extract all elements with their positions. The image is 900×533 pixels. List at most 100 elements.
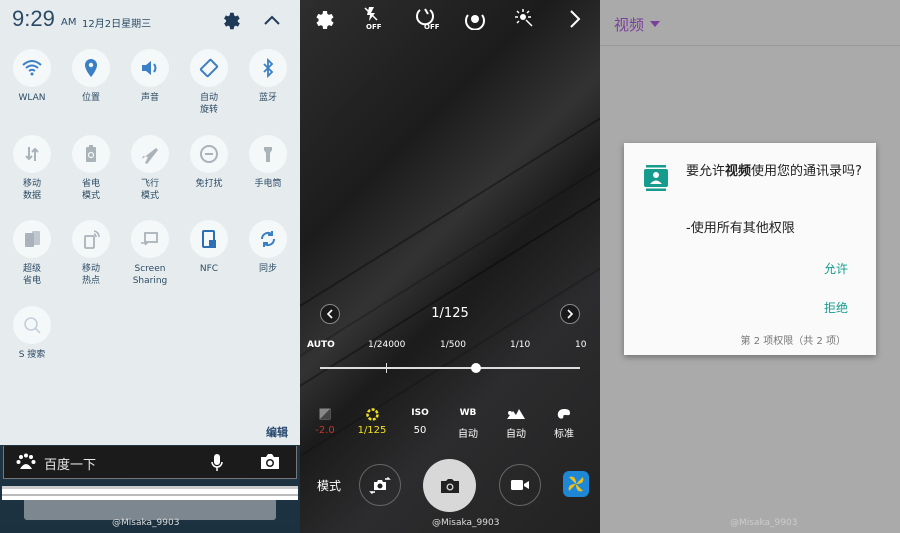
shutter-speed-value: 1/125 [431,306,469,321]
deny-button[interactable]: 拒绝 [824,299,848,316]
quick-tile-sound[interactable]: 声音 [122,49,178,104]
quick-tile-do-not-disturb[interactable]: 免打扰 [181,135,237,190]
baidu-paw-icon [16,453,36,469]
record-video-button[interactable] [499,464,541,506]
header-divider [600,45,900,46]
tile-button[interactable] [72,49,110,87]
quick-tile-sync[interactable]: 同步 [240,220,296,275]
shutter-aperture-icon [365,408,379,421]
tile-label: 同步 [258,264,277,274]
tile-button[interactable] [190,220,228,258]
tile-button[interactable] [13,49,51,87]
gallery-thumbnail[interactable] [563,471,589,497]
color-tone-setting[interactable]: 标准 [539,408,589,440]
tile-button[interactable] [131,49,169,87]
tile-button[interactable] [249,49,287,87]
watermark: @Misaka_9903 [432,518,500,528]
quick-tile-airplane[interactable]: 飞行 模式 [122,135,178,202]
tile-button[interactable] [249,135,287,173]
focus-mode-icon [507,409,525,419]
shutter-slider-track[interactable] [320,367,580,369]
tile-button[interactable] [13,135,51,173]
tile-button[interactable] [13,306,51,344]
scale-label: AUTO [307,340,335,350]
microphone-icon[interactable] [210,453,224,473]
power-saving-icon [86,145,96,162]
app-title[interactable]: 视频 [614,14,644,35]
baidu-search-input[interactable]: 百度一下 [44,454,96,473]
allow-button[interactable]: 允许 [824,260,848,277]
metering-icon[interactable] [464,8,486,30]
wb-setting[interactable]: WB 自动 [443,408,493,440]
airplane-icon [142,148,158,164]
focus-value: 自动 [506,429,526,440]
quick-tile-search[interactable]: S 搜索 [4,306,60,361]
quick-tile-ultra-power-saving[interactable]: 超级 省电 [4,220,60,287]
wb-value: 自动 [458,429,478,440]
tile-label: 移动 数据 [22,179,41,201]
quick-tile-bluetooth[interactable]: 蓝牙 [240,49,296,104]
quick-tile-screen-sharing[interactable]: Screen Sharing [122,220,178,287]
gallery-icon [568,476,584,492]
camera-search-icon[interactable] [260,453,280,470]
quick-settings-sheet: 9:29 AM 12月2日星期三 WLAN 位置 声音 自动 旋转 蓝牙 移动 数据 省电 … [0,0,300,445]
color-tone-value: 标准 [554,429,574,440]
quick-tile-auto-rotate[interactable]: 自动 旋转 [181,49,237,116]
shutter-value: 1/125 [357,425,387,436]
tile-label: S 搜索 [18,350,46,360]
shutter-slider-thumb[interactable] [471,363,481,373]
quick-tile-mobile-data[interactable]: 移动 数据 [4,135,60,202]
flash-off-icon[interactable] [363,6,379,22]
tile-label: 移动 热点 [81,264,100,286]
tile-button[interactable] [131,220,169,258]
exposure-setting[interactable]: -2.0 [300,408,350,436]
shutter-setting[interactable]: 1/125 [347,408,397,436]
screen-sharing-icon [141,232,158,246]
quick-tile-nfc[interactable]: NFC [181,220,237,275]
quick-tile-wifi[interactable]: WLAN [4,49,60,104]
tile-button[interactable] [13,220,51,258]
camera-settings-icon[interactable] [312,8,336,32]
shutter-next-button[interactable] [560,304,580,324]
date-label: 12月2日星期三 [82,19,152,30]
quick-tile-flashlight[interactable]: 手电筒 [240,135,296,190]
tile-button[interactable] [190,49,228,87]
tile-button[interactable] [190,135,228,173]
bluetooth-icon [263,57,274,79]
nfc-icon [202,230,216,248]
wb-icon: WB [459,408,477,418]
wifi-icon [22,60,42,76]
chevron-right-icon[interactable] [568,9,582,29]
watermark: @Misaka_9903 [112,518,180,528]
baidu-search-widget[interactable]: 百度一下 [3,446,297,479]
do-not-disturb-icon [200,145,218,163]
dropdown-triangle-icon[interactable] [650,21,660,27]
auto-rotate-icon [199,58,219,78]
effects-icon[interactable] [514,8,534,28]
chevron-right-icon [567,309,574,319]
permission-subtext: -使用所有其他权限 [686,221,795,236]
collapse-chevron-up-icon[interactable] [262,11,282,29]
shutter-button[interactable] [423,459,476,512]
edit-button[interactable]: 编辑 [266,424,288,440]
sound-icon [142,61,157,75]
clock-ampm: AM [61,17,77,28]
permission-question: 要允许视频使用您的通讯录吗? [686,164,862,179]
tile-button[interactable] [72,135,110,173]
sync-icon [260,231,276,247]
tile-button[interactable] [131,135,169,173]
settings-gear-icon[interactable] [220,10,242,32]
quick-tile-power-saving[interactable]: 省电 模式 [63,135,119,202]
timer-off-label: OFF [424,23,440,31]
ultra-power-saving-icon [25,231,40,247]
quick-tile-location[interactable]: 位置 [63,49,119,104]
tile-button[interactable] [249,220,287,258]
mode-button[interactable]: 模式 [317,477,341,494]
iso-setting[interactable]: ISO 50 [395,408,445,436]
slider-tick [386,363,387,373]
switch-camera-button[interactable] [359,464,401,506]
focus-setting[interactable]: 自动 [491,408,541,440]
quick-tile-hotspot[interactable]: 移动 热点 [63,220,119,287]
tile-button[interactable] [72,220,110,258]
tile-label: 免打扰 [195,179,223,189]
